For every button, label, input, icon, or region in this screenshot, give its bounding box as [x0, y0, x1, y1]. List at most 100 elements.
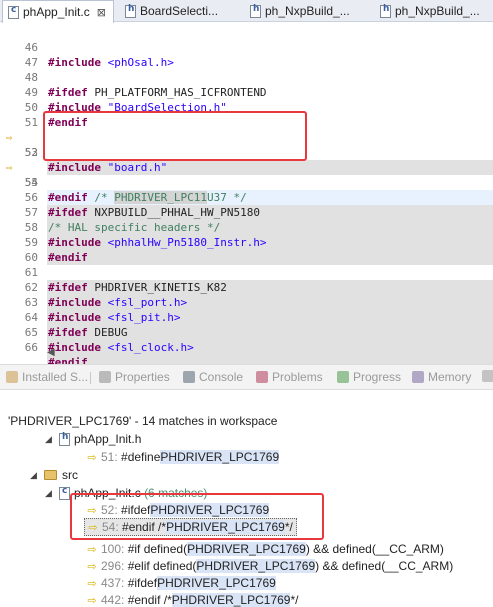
tab-boardselection[interactable]: BoardSelecti...	[120, 0, 230, 22]
match-text: #endif /*	[122, 520, 167, 534]
match-row[interactable]: ⇨ 51: #define PHDRIVER_LPC1769	[86, 448, 280, 466]
match-term: PHDRIVER_LPC1769	[171, 593, 291, 607]
code-line: 55	[0, 160, 493, 189]
code-line: 58 #include <phhalHw_Pn5180_Instr.h>	[0, 205, 493, 250]
match-text: */	[284, 520, 293, 534]
horizontal-scrollbar[interactable]: ◀	[39, 347, 493, 360]
expand-chevron-icon[interactable]: ◢	[45, 488, 55, 499]
code-line: 47	[0, 40, 493, 69]
match-row-selected[interactable]: ⇨ 54: #endif /* PHDRIVER_LPC1769 */	[84, 518, 297, 536]
code-line: 53 #include "board.h"	[0, 130, 493, 175]
installed-software-icon	[6, 371, 18, 383]
file-name: phApp_Init.h	[74, 432, 142, 446]
tab-more[interactable]	[482, 370, 493, 382]
match-arrow-icon: ⇨	[87, 543, 97, 556]
tab-console[interactable]: Console	[183, 370, 243, 384]
expand-chevron-icon[interactable]: ◢	[30, 470, 40, 481]
code-line: 64 #ifdef DEBUG	[0, 295, 493, 340]
code-line: 66 #endif	[0, 325, 493, 370]
c-file-icon	[8, 5, 19, 19]
tree-file-row[interactable]: ◢ phApp_Init.c (6 matches)	[45, 484, 207, 502]
match-term: PHDRIVER_LPC1769	[166, 520, 285, 534]
match-term: PHDRIVER_LPC1769	[187, 542, 306, 556]
tab-label: Memory	[428, 370, 472, 384]
file-name: phApp_Init.c	[74, 486, 141, 500]
match-line-number: 437:	[101, 576, 125, 590]
h-file-icon	[59, 432, 70, 446]
match-row[interactable]: ⇨ 437: #ifdef PHDRIVER_LPC1769	[86, 574, 276, 592]
match-arrow-icon: ⇨	[87, 504, 97, 517]
match-term: PHDRIVER_LPC1769	[160, 450, 280, 464]
match-arrow-icon: ⇨	[87, 560, 97, 573]
tab-label: Progress	[353, 370, 402, 384]
match-term: PHDRIVER_LPC1769	[157, 576, 276, 590]
tab-label: Properties	[115, 370, 170, 384]
match-arrow-icon: ⇨	[87, 451, 97, 464]
match-row[interactable]: ⇨ 442: #endif /* PHDRIVER_LPC1769 */	[86, 591, 299, 607]
tab-nxpbuild-2[interactable]: ph_NxpBuild_...	[375, 0, 493, 22]
tab-label: phApp_Init.c	[23, 5, 90, 19]
h-file-icon	[125, 4, 136, 18]
tab-label: Console	[199, 370, 244, 384]
match-row[interactable]: ⇨ 296: #elif defined(PHDRIVER_LPC1769) &…	[86, 557, 453, 575]
properties-icon	[99, 371, 111, 383]
code-editor[interactable]: 46 #include <phOsal.h> 47 48 #ifdef PH_P…	[0, 23, 493, 370]
match-line-number: 296:	[101, 559, 125, 573]
problems-icon	[256, 371, 268, 383]
tab-installed-software[interactable]: Installed S...	[6, 370, 88, 384]
match-row[interactable]: ⇨ 52: #ifdef PHDRIVER_LPC1769	[86, 501, 270, 519]
expand-chevron-icon[interactable]: ◢	[45, 434, 55, 445]
match-text: #define	[121, 450, 161, 464]
match-text: #endif /*	[127, 593, 172, 607]
match-arrow-icon: ⇨	[88, 521, 98, 534]
code-line: 65 #include <fsl_clock.h>	[0, 310, 493, 355]
code-line: 56 #ifdef NXPBUILD__PHHAL_HW_PN5180	[0, 175, 493, 220]
match-term: PHDRIVER_LPC1769	[150, 503, 270, 517]
code-line: ⇨ 54 #endif /* PHDRIVER_LPC11U37 */	[0, 145, 493, 205]
close-icon[interactable]: ⊠	[97, 6, 106, 19]
code-line: 48 #ifdef PH_PLATFORM_HAS_ICFRONTEND	[0, 55, 493, 99]
code-line: 51	[0, 100, 493, 129]
tab-problems[interactable]: Problems	[256, 370, 323, 384]
code-line: 57 /* HAL specific headers */	[0, 190, 493, 235]
h-file-icon	[250, 4, 261, 18]
code-line: 46 #include <phOsal.h>	[0, 25, 493, 69]
code-line: 50 #endif	[0, 85, 493, 129]
match-line-number: 52:	[101, 503, 118, 517]
code-line: ⇨ 52 #ifdef PHDRIVER_LPC11U37	[0, 115, 493, 175]
tab-phapp-init-c[interactable]: phApp_Init.c ⊠	[2, 0, 114, 23]
match-text: ) && defined(__CC_ARM)	[305, 542, 444, 556]
line-number: 66	[24, 341, 38, 354]
view-tab-bar: Installed S... Properties Console Proble…	[0, 364, 493, 390]
match-line-number: 54:	[102, 520, 119, 534]
tab-label: Problems	[272, 370, 323, 384]
match-arrow-icon: ⇨	[87, 577, 97, 590]
code-line: 62 #include <fsl_port.h>	[0, 265, 493, 310]
tab-properties[interactable]: Properties	[99, 370, 170, 384]
code-line: 59 #endif	[0, 220, 493, 265]
code-line: 61 #ifdef PHDRIVER_KINETIS_K82	[0, 250, 493, 295]
tree-file-row[interactable]: ◢ phApp_Init.h	[45, 430, 141, 448]
tab-label: ph_NxpBuild_...	[395, 4, 480, 18]
tab-label: Installed S...	[22, 370, 89, 384]
tab-progress[interactable]: Progress	[337, 370, 401, 384]
tree-folder-row[interactable]: ◢ src	[30, 466, 78, 484]
match-text: #ifdef	[127, 576, 158, 590]
match-text: #elif defined(	[127, 559, 197, 573]
match-arrow-icon: ⇨	[87, 594, 97, 607]
tab-memory[interactable]: Memory	[412, 370, 471, 384]
match-line-number: 442:	[101, 593, 125, 607]
match-text: ) && defined(__CC_ARM)	[315, 559, 454, 573]
match-text: */	[290, 593, 299, 607]
tab-label: ph_NxpBuild_...	[265, 4, 350, 18]
folder-icon	[44, 470, 57, 480]
match-row[interactable]: ⇨ 100: #if defined(PHDRIVER_LPC1769) && …	[86, 540, 444, 558]
folder-name: src	[62, 468, 78, 482]
progress-icon	[337, 371, 349, 383]
h-file-icon	[380, 4, 391, 18]
tab-nxpbuild-1[interactable]: ph_NxpBuild_...	[245, 0, 355, 22]
scroll-left-icon[interactable]: ◀	[47, 347, 55, 358]
search-summary: 'PHDRIVER_LPC1769' - 14 matches in works…	[8, 414, 278, 428]
code-line: 63 #include <fsl_pit.h>	[0, 280, 493, 325]
match-count: (6 matches)	[144, 486, 208, 500]
